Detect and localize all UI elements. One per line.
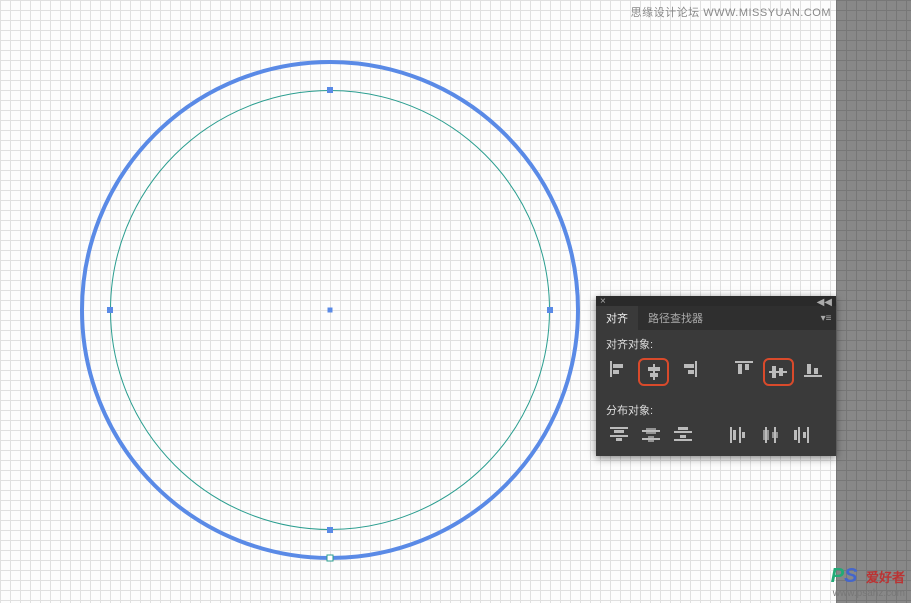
- tab-align[interactable]: 对齐: [596, 306, 638, 330]
- panel-menu-icon[interactable]: ▾≡: [816, 313, 836, 324]
- align-bottom-button[interactable]: [800, 358, 826, 380]
- hdist-left-icon: [730, 427, 748, 443]
- align-right-button[interactable]: [675, 358, 701, 380]
- distribute-objects-section: 分布对象:: [596, 396, 836, 424]
- pasteboard-area: [836, 0, 911, 603]
- hdist-right-icon: [794, 427, 812, 443]
- align-panel: × ◀◀ 对齐 路径查找器 ▾≡ 对齐对象: 分布对象:: [596, 296, 836, 456]
- watermark-top: 思缘设计论坛 WWW.MISSYUAN.COM: [631, 4, 831, 20]
- anchor-left[interactable]: [107, 307, 113, 313]
- align-hcenter-button[interactable]: [638, 358, 670, 386]
- align-buttons-row: [596, 358, 836, 396]
- vdist-bottom-button[interactable]: [670, 424, 696, 446]
- hdist-center-button[interactable]: [758, 424, 784, 446]
- align-left-button[interactable]: [606, 358, 632, 380]
- wm-url: www.psahz.com: [831, 588, 905, 599]
- align-left-icon: [610, 361, 628, 377]
- align-vcenter-button[interactable]: [763, 358, 795, 386]
- watermark-bottom: PS 爱好者 www.psahz.com: [831, 565, 905, 599]
- panel-tabs: 对齐 路径查找器 ▾≡: [596, 306, 836, 330]
- align-hcenter-icon: [645, 364, 663, 380]
- hdist-right-button[interactable]: [790, 424, 816, 446]
- anchor-top[interactable]: [327, 87, 333, 93]
- align-objects-label: 对齐对象:: [606, 336, 826, 352]
- align-bottom-icon: [804, 361, 822, 377]
- hdist-left-button[interactable]: [726, 424, 752, 446]
- distribute-objects-label: 分布对象:: [606, 402, 826, 418]
- align-right-icon: [679, 361, 697, 377]
- hdist-center-icon: [762, 427, 780, 443]
- tab-pathfinder[interactable]: 路径查找器: [638, 306, 713, 330]
- align-vcenter-icon: [769, 364, 787, 380]
- anchor-bottom-outer[interactable]: [327, 555, 334, 562]
- wm-cn: 爱好者: [866, 570, 905, 585]
- align-top-icon: [735, 361, 753, 377]
- vdist-center-icon: [642, 427, 660, 443]
- panel-header[interactable]: × ◀◀: [596, 296, 836, 306]
- align-objects-section: 对齐对象:: [596, 330, 836, 358]
- anchor-bottom[interactable]: [327, 527, 333, 533]
- panel-close-icon[interactable]: ×: [600, 296, 606, 307]
- vdist-center-button[interactable]: [638, 424, 664, 446]
- wm-logo-s: S: [844, 565, 857, 587]
- panel-collapse-icon[interactable]: ◀◀: [817, 297, 832, 308]
- wm-logo-p: P: [831, 565, 844, 587]
- vdist-top-icon: [610, 427, 628, 443]
- distribute-buttons-row: [596, 424, 836, 456]
- anchor-right[interactable]: [547, 307, 553, 313]
- center-point: [328, 308, 333, 313]
- align-top-button[interactable]: [731, 358, 757, 380]
- vdist-bottom-icon: [674, 427, 692, 443]
- vdist-top-button[interactable]: [606, 424, 632, 446]
